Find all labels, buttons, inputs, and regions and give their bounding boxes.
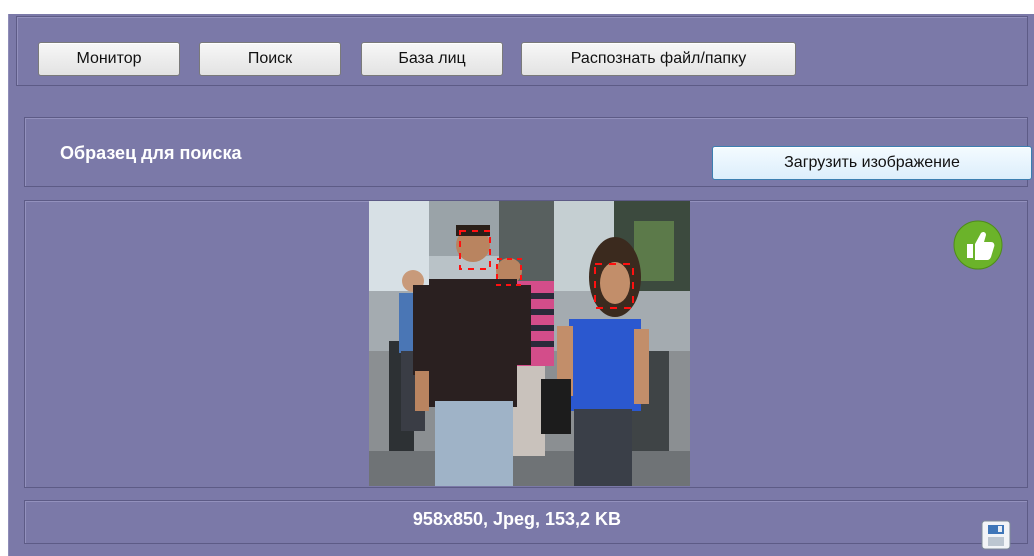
- search-sample-label: Образец для поиска: [60, 143, 242, 163]
- face-database-button[interactable]: База лиц: [361, 42, 503, 76]
- thumbs-up-icon: [953, 220, 1003, 270]
- search-button[interactable]: Поиск: [199, 42, 341, 76]
- save-icon[interactable]: [981, 520, 1011, 550]
- sample-photo: [369, 201, 690, 486]
- image-info-text: 958x850, Jpeg, 153,2 KB: [412, 509, 622, 529]
- recognize-file-button[interactable]: Распознать файл/папку: [521, 42, 796, 76]
- monitor-button[interactable]: Монитор: [38, 42, 180, 76]
- upload-image-button[interactable]: Загрузить изображение: [712, 146, 1032, 180]
